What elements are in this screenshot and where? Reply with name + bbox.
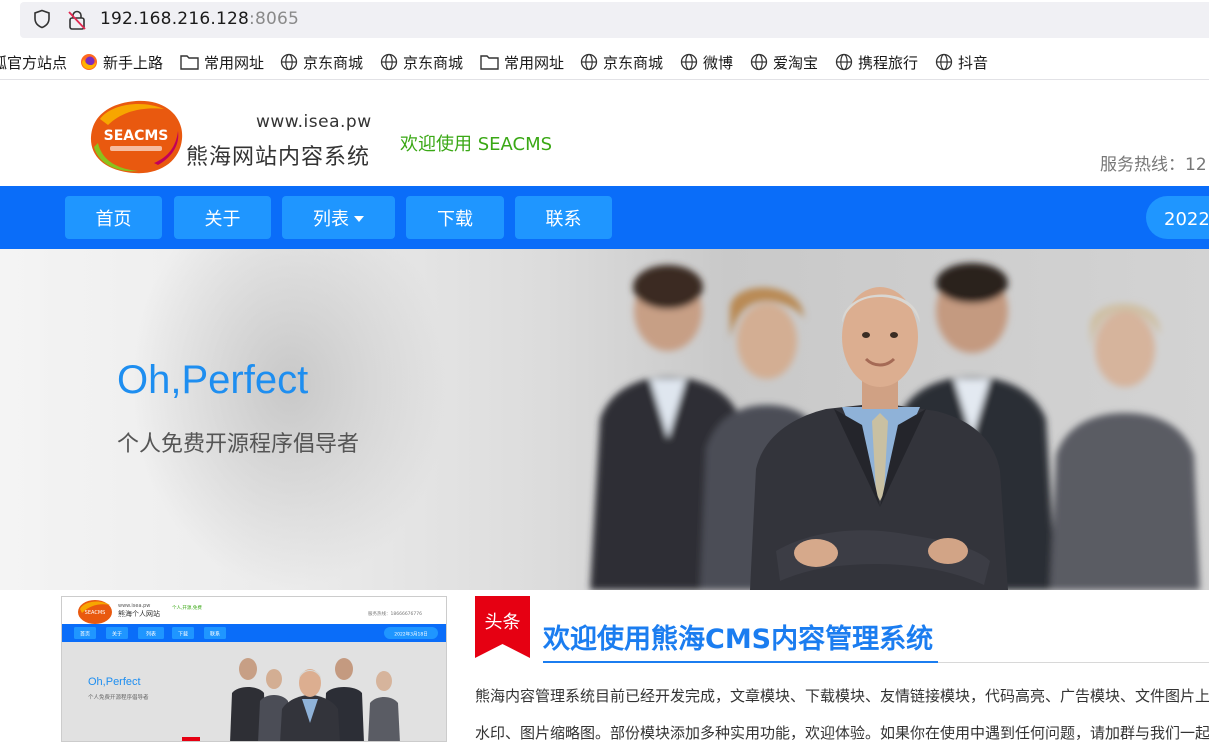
thumb-nav-contact: 联系 (210, 631, 220, 638)
article-summary-line-2: 水印、图片缩略图。部份模块添加多种实用功能，欢迎体验。如果你在使用中遇到任何问题… (475, 724, 1209, 742)
bookmark-label: 狐官方站点 (0, 53, 68, 72)
bookmark-label: 微博 (703, 53, 734, 72)
bookmark-item[interactable]: 京东商城 (380, 52, 463, 72)
url-text[interactable]: 192.168.216.128:8065 (100, 9, 299, 29)
logo-url: www.isea.pw (256, 112, 372, 132)
site-header: SEACMS www.isea.pw 熊海网站内容系统 欢迎使用 SEACMS … (0, 81, 1209, 186)
bookmark-item[interactable]: 微博 (680, 52, 733, 72)
folder-icon (180, 55, 199, 70)
banner-subtitle: 个人免费开源程序倡导者 (117, 432, 360, 457)
nav-label: 下载 (437, 208, 473, 230)
shield-icon[interactable] (32, 9, 52, 29)
caret-down-icon (354, 215, 364, 222)
bookmark-label: 携程旅行 (858, 53, 919, 72)
headline-section: SEACMS www.isea.pw 熊海个人网站 个人,开源,免费 服务热线：… (0, 590, 1209, 742)
bookmark-label: 新手上路 (103, 53, 164, 72)
thumb-logo-text: SEACMS (85, 610, 106, 616)
bookmark-label: 常用网址 (504, 53, 565, 72)
bookmark-item[interactable]: 京东商城 (580, 52, 663, 72)
thumb-slogan: 个人,开源,免费 (172, 604, 202, 611)
globe-icon (280, 53, 298, 71)
globe-icon (835, 53, 853, 71)
bookmark-item[interactable]: 新手上路 (80, 52, 163, 72)
banner-backdrop (130, 249, 450, 590)
bookmark-label: 常用网址 (204, 53, 265, 72)
bookmark-label: 抖音 (958, 53, 989, 72)
article-summary-line-1: 熊海内容管理系统目前已经开发完成，文章模块、下载模块、友情链接模块，代码高亮、广… (475, 687, 1209, 705)
globe-icon (750, 53, 768, 71)
bookmark-item[interactable]: 常用网址 (180, 52, 264, 72)
insecure-lock-icon[interactable] (66, 9, 88, 31)
thumb-nav-home: 首页 (80, 631, 90, 638)
welcome-text: 欢迎使用 SEACMS (400, 134, 553, 155)
nav-label: 列表 (313, 208, 349, 230)
nav-home[interactable]: 首页 (65, 196, 162, 239)
thumb-nav-about: 关于 (112, 631, 122, 638)
firefox-icon (81, 54, 97, 70)
headline-title[interactable]: 欢迎使用熊海CMS内容管理系统 (543, 617, 933, 656)
date-display: 2022年 (1146, 196, 1209, 239)
bookmark-item[interactable]: 抖音 (935, 52, 988, 72)
nav-list-dropdown[interactable]: 列表 (282, 196, 395, 239)
bookmark-label: 京东商城 (603, 53, 664, 72)
url-port: :8065 (249, 9, 300, 29)
bookmark-item[interactable]: 常用网址 (480, 52, 564, 72)
nav-label: 关于 (204, 208, 241, 230)
bookmark-item[interactable]: 狐官方站点 (0, 52, 67, 72)
headline-underline (543, 661, 938, 663)
thumb-banner-title: Oh,Perfect (88, 676, 141, 688)
thumb-banner-subtitle: 个人免费开源程序倡导者 (88, 693, 149, 701)
thumb-url: www.isea.pw (118, 603, 150, 609)
date-text: 2022年 (1164, 208, 1209, 230)
thumb-hotline: 服务热线：18666676776 (368, 610, 422, 617)
headline-tag-text: 头条 (484, 612, 521, 633)
globe-icon (680, 53, 698, 71)
thumb-nav-download: 下载 (178, 631, 188, 638)
globe-icon (580, 53, 598, 71)
hero-banner: Oh,Perfect 个人免费开源程序倡导者 (0, 249, 1209, 590)
globe-icon (935, 53, 953, 71)
banner-title: Oh,Perfect (117, 358, 309, 402)
bookmark-label: 爱淘宝 (773, 53, 819, 72)
bookmarks-toolbar: 狐官方站点 新手上路 常用网址 京东商城 京东商城 常用网址 京东商城 微博 爱… (0, 44, 1209, 80)
url-host: 192.168.216.128 (100, 9, 250, 29)
bookmark-item[interactable]: 爱淘宝 (750, 52, 818, 72)
logo-text: SEACMS (104, 128, 169, 144)
bookmark-item[interactable]: 携程旅行 (835, 52, 918, 72)
article-thumbnail[interactable]: SEACMS www.isea.pw 熊海个人网站 个人,开源,免费 服务热线：… (61, 596, 447, 742)
thumb-site-name: 熊海个人网站 (118, 609, 160, 618)
folder-icon (480, 55, 499, 70)
seacms-logo[interactable]: SEACMS (88, 99, 184, 175)
nav-download[interactable]: 下载 (406, 196, 504, 239)
globe-icon (380, 53, 398, 71)
website-screenshot-image: SEACMS www.isea.pw 熊海个人网站 个人,开源,免费 服务热线：… (62, 597, 446, 741)
bookmark-item[interactable]: 京东商城 (280, 52, 363, 72)
logo-site-name: 熊海网站内容系统 (186, 145, 371, 170)
thumb-nav-list: 列表 (146, 631, 156, 638)
thumb-date: 2022年3月18日 (394, 631, 428, 638)
nav-contact[interactable]: 联系 (515, 196, 612, 239)
nav-label: 首页 (95, 208, 132, 230)
nav-label: 联系 (545, 208, 582, 230)
bookmark-label: 京东商城 (303, 53, 364, 72)
main-nav: 首页 关于 列表 下载 联系 2022年 (0, 186, 1209, 249)
nav-about[interactable]: 关于 (174, 196, 271, 239)
browser-url-bar: 192.168.216.128:8065 (0, 0, 1209, 40)
business-people-image (590, 263, 1200, 590)
bookmark-label: 京东商城 (403, 53, 464, 72)
service-hotline: 服务热线：12 (1100, 155, 1207, 175)
